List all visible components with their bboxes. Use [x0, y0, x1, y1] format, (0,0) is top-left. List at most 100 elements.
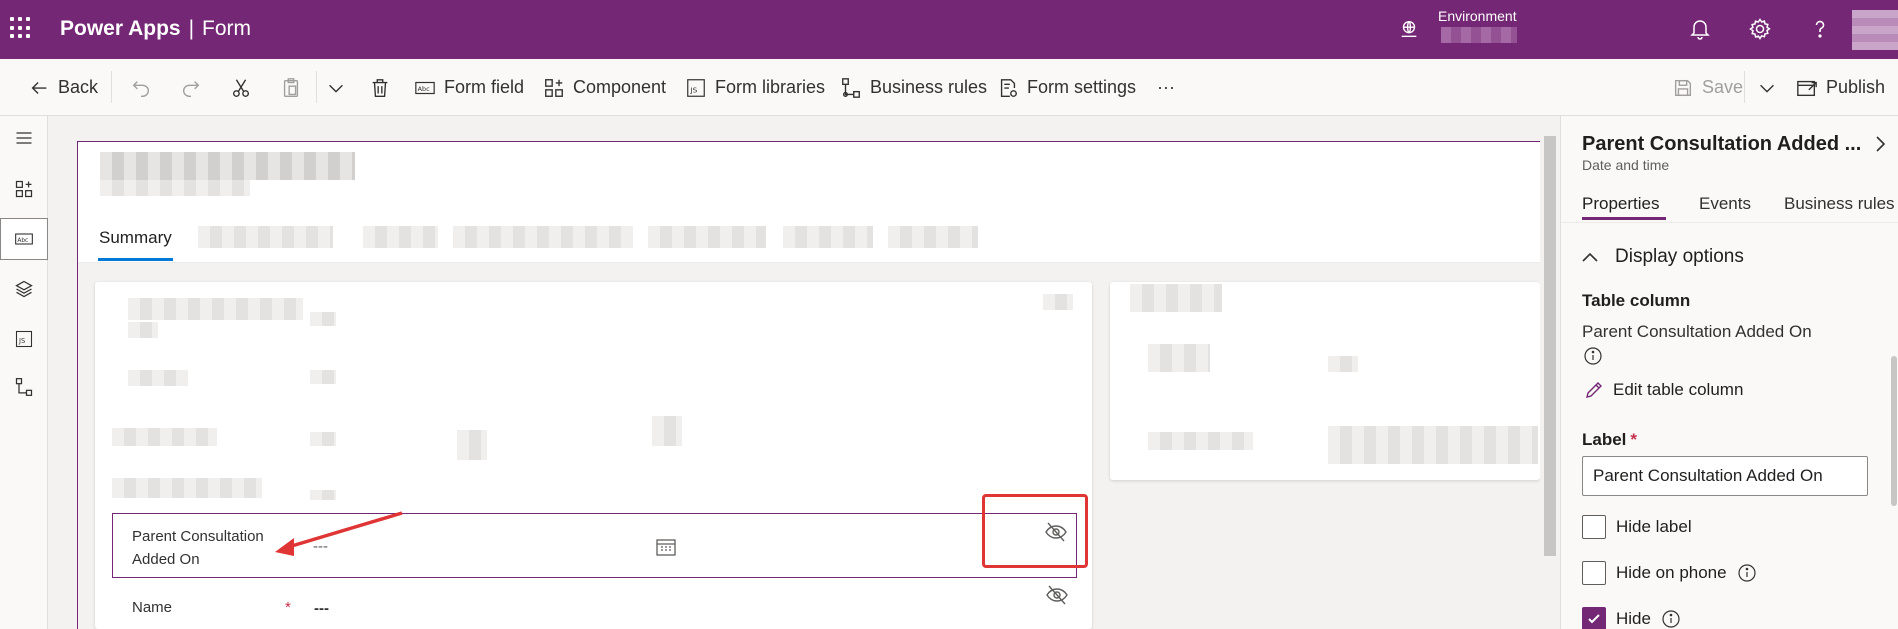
field-label-redacted	[1148, 432, 1253, 450]
edit-table-column-label: Edit table column	[1613, 380, 1744, 399]
tab-redacted[interactable]	[888, 226, 978, 248]
more-commands-button[interactable]: ···	[1157, 59, 1175, 116]
javascript-icon: JS	[15, 330, 33, 348]
avatar[interactable]	[1852, 10, 1898, 50]
tab-events[interactable]: Events	[1699, 194, 1751, 214]
collapse-menu-button[interactable]	[0, 117, 48, 159]
tab-business-rules[interactable]: Business rules	[1784, 194, 1895, 214]
business-rules-icon	[842, 77, 860, 98]
info-icon[interactable]	[1583, 346, 1603, 366]
hide-label-checkbox[interactable]	[1582, 515, 1606, 539]
save-button[interactable]: Save	[1672, 59, 1743, 116]
field-value-redacted	[1328, 426, 1538, 464]
undo-icon	[132, 80, 149, 97]
svg-text:JS: JS	[690, 85, 698, 94]
environment-name-redacted[interactable]	[1441, 27, 1517, 43]
business-rules-button[interactable]: Business rules	[840, 59, 987, 116]
hide-label-checkbox-row[interactable]: Hide label	[1582, 515, 1692, 539]
hide-checkbox-row[interactable]: Hide	[1582, 607, 1681, 629]
hide-checkbox[interactable]	[1582, 607, 1606, 629]
label-input[interactable]	[1582, 456, 1868, 496]
paste-button[interactable]	[280, 59, 302, 116]
delete-button[interactable]	[369, 59, 391, 116]
paste-icon	[283, 77, 299, 97]
redo-button[interactable]	[180, 59, 202, 116]
calendar-icon[interactable]	[655, 537, 677, 557]
business-rules-pane-button[interactable]	[0, 366, 48, 408]
canvas-scrollbar[interactable]	[1540, 116, 1560, 629]
waffle-icon[interactable]	[10, 17, 32, 39]
field-value-redacted	[457, 430, 487, 460]
chevron-down-icon	[329, 84, 343, 93]
form-settings-label: Form settings	[1027, 77, 1137, 97]
hide-on-phone-checkbox-row[interactable]: Hide on phone	[1582, 561, 1757, 585]
checkmark-icon	[1588, 614, 1600, 624]
form-libraries-pane-button[interactable]: JS	[0, 318, 48, 360]
back-arrow-icon	[31, 81, 47, 94]
command-bar: Back Abc Form field Component JS Form li…	[0, 59, 1898, 116]
field-value-redacted	[310, 370, 336, 384]
hide-text: Hide	[1616, 609, 1651, 628]
svg-text:JS: JS	[18, 337, 25, 345]
field-label-name: Name	[132, 599, 173, 616]
undo-button[interactable]	[130, 59, 152, 116]
business-rules-icon	[15, 378, 33, 396]
field-value-name[interactable]: ---	[314, 600, 329, 617]
components-pane-button[interactable]	[0, 168, 48, 210]
hide-on-phone-checkbox[interactable]	[1582, 561, 1606, 585]
form-header-subtitle-redacted	[100, 180, 250, 196]
field-label-redacted	[128, 370, 188, 386]
field-value-redacted	[310, 490, 336, 500]
cut-icon	[232, 78, 250, 97]
display-options-header[interactable]: Display options	[1581, 246, 1744, 268]
form-field-button[interactable]: Abc Form field	[414, 59, 524, 116]
save-icon	[1674, 79, 1692, 96]
textbox-icon: Abc	[15, 233, 33, 245]
cut-button[interactable]	[230, 59, 252, 116]
toolbar-divider	[1744, 71, 1745, 103]
table-columns-pane-button[interactable]: Abc	[0, 218, 48, 260]
tab-summary[interactable]: Summary	[99, 228, 172, 248]
tab-redacted[interactable]	[648, 226, 766, 248]
toolbar-divider	[316, 71, 317, 103]
paste-options-dropdown[interactable]	[325, 59, 347, 116]
edit-table-column-link[interactable]: Edit table column	[1584, 380, 1743, 400]
display-options-label: Display options	[1615, 246, 1744, 267]
info-icon[interactable]	[1661, 609, 1681, 629]
save-options-dropdown[interactable]	[1756, 59, 1778, 116]
annotation-highlight-box	[982, 494, 1088, 568]
app-title: Power Apps | Form	[60, 17, 251, 41]
business-rules-label: Business rules	[870, 77, 988, 97]
annotation-arrow	[275, 511, 403, 556]
field-value-redacted	[652, 416, 682, 446]
collapse-pane-chevron-icon[interactable]	[1872, 133, 1890, 155]
field-label-redacted	[128, 298, 303, 320]
environment-icon[interactable]	[1398, 18, 1420, 40]
gear-icon[interactable]	[1748, 17, 1772, 41]
tab-redacted[interactable]	[453, 226, 633, 248]
tab-redacted[interactable]	[363, 226, 438, 248]
publish-icon	[1797, 80, 1817, 96]
delete-icon	[372, 78, 388, 97]
publish-button[interactable]: Publish	[1796, 59, 1885, 116]
component-button[interactable]: Component	[543, 59, 666, 116]
form-libraries-button[interactable]: JS Form libraries	[685, 59, 825, 116]
pane-title: Parent Consultation Added ...	[1582, 133, 1862, 155]
form-settings-button[interactable]: Form settings	[997, 59, 1136, 116]
pane-scrollbar-thumb[interactable]	[1891, 356, 1897, 506]
bell-icon[interactable]	[1688, 17, 1712, 41]
canvas-scrollbar-thumb[interactable]	[1544, 136, 1556, 556]
hidden-eye-icon	[1046, 585, 1068, 605]
help-icon[interactable]	[1808, 17, 1832, 41]
title-separator: |	[188, 17, 195, 40]
tab-redacted[interactable]	[783, 226, 873, 248]
tree-view-button[interactable]	[0, 268, 48, 310]
page-name: Form	[202, 17, 252, 40]
app-name: Power Apps	[60, 17, 181, 40]
info-icon[interactable]	[1737, 563, 1757, 583]
tab-redacted[interactable]	[198, 226, 333, 248]
form-libraries-label: Form libraries	[715, 77, 826, 97]
tab-properties[interactable]: Properties	[1582, 194, 1659, 214]
back-button[interactable]: Back	[28, 59, 98, 116]
svg-text:Abc: Abc	[418, 85, 430, 93]
